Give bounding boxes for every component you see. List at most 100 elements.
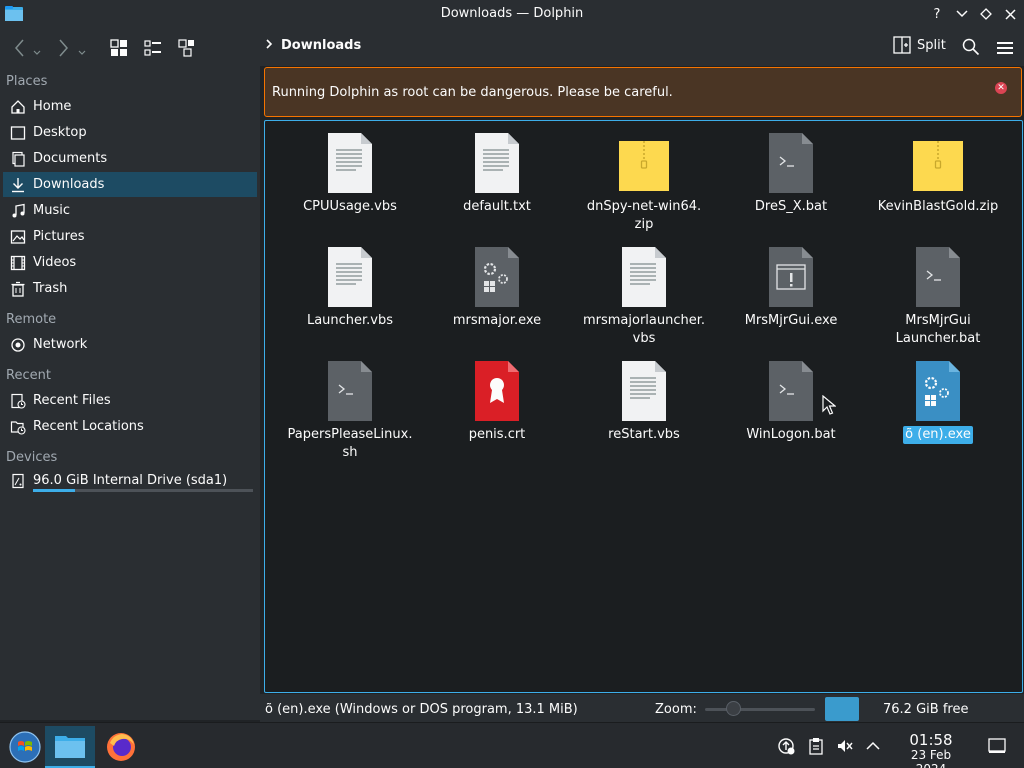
sidebar-item-label: Network [33, 337, 88, 352]
title-bar: Downloads — Dolphin ? [0, 0, 1024, 28]
sidebar-item-label: Videos [33, 255, 77, 270]
file-name: MrsMjrGui Launcher.bat [895, 313, 981, 346]
sidebar-item-label: Trash [33, 281, 68, 296]
breadcrumb[interactable]: Downloads [265, 38, 361, 53]
file-item-en-exe[interactable]: õ (en).exe [863, 361, 1013, 444]
minimize-icon[interactable] [953, 5, 971, 23]
file-name: mrsmajor.exe [452, 313, 542, 328]
file-item-winlogon-bat[interactable]: WinLogon.bat [716, 361, 866, 444]
sidebar-item-trash[interactable]: Trash [3, 276, 257, 301]
file-name: PapersPleaseLinux. sh [287, 427, 413, 460]
places-section-label: Places [6, 74, 48, 89]
sidebar-item-home[interactable]: Home [3, 94, 257, 119]
downloads-icon [9, 176, 27, 194]
sidebar-item-recent-files[interactable]: Recent Files [3, 388, 257, 413]
drive-icon [9, 472, 27, 490]
file-item-restart-vbs[interactable]: reStart.vbs [569, 361, 719, 444]
file-name: DreS_X.bat [754, 199, 828, 214]
pictures-icon [9, 228, 27, 246]
close-banner-icon[interactable]: ✕ [995, 82, 1007, 94]
help-icon[interactable]: ? [928, 5, 946, 23]
show-hidden-tray-icon[interactable] [864, 737, 882, 755]
forward-button[interactable] [52, 37, 90, 59]
file-item-launcher-vbs[interactable]: Launcher.vbs [275, 247, 425, 330]
hamburger-menu-icon[interactable] [995, 38, 1015, 58]
firefox-icon [107, 733, 135, 761]
devices-section-label: Devices [6, 450, 58, 465]
clock-time: 01:58 [909, 731, 953, 749]
status-text: õ (en).exe (Windows or DOS program, 13.1… [265, 702, 578, 717]
windows-logo-icon [9, 731, 41, 763]
file-name: WinLogon.bat [746, 427, 836, 442]
recent-files-icon [9, 392, 27, 410]
file-name: Launcher.vbs [306, 313, 394, 328]
clock-date: 23 Feb 2024 [910, 748, 952, 768]
sidebar-item-label: Recent Locations [33, 419, 144, 434]
file-item-mrsmjrgui-launcher-bat[interactable]: MrsMjrGui Launcher.bat [863, 247, 1013, 348]
file-item-mrsmajorlauncher-vbs[interactable]: mrsmajorlauncher. vbs [569, 247, 719, 348]
file-text-icon [325, 133, 375, 193]
sidebar-item-recent-locations[interactable]: Recent Locations [3, 414, 257, 439]
show-desktop-icon[interactable] [988, 737, 1006, 755]
sidebar-item-label: Home [33, 99, 72, 114]
sidebar-item-pictures[interactable]: Pictures [3, 224, 257, 249]
taskbar-dolphin-button[interactable] [45, 726, 95, 768]
maximize-icon[interactable] [977, 5, 995, 23]
application-launcher-button[interactable] [0, 726, 50, 768]
back-button[interactable] [8, 37, 44, 59]
chevron-right-icon [265, 39, 273, 52]
file-cert-icon [472, 361, 522, 421]
split-button[interactable]: Split [893, 36, 946, 54]
search-icon[interactable] [961, 37, 981, 57]
sidebar-item-network[interactable]: Network [3, 332, 257, 357]
window-title: Downloads — Dolphin [440, 6, 584, 21]
close-window-icon[interactable] [1001, 5, 1019, 23]
sidebar-item-label: Recent Files [33, 393, 111, 408]
zoom-label: Zoom: [655, 702, 697, 717]
file-name: CPUUsage.vbs [303, 199, 397, 214]
sidebar-item-documents[interactable]: Documents [3, 146, 257, 171]
taskbar-firefox-button[interactable] [96, 726, 146, 768]
trash-icon [9, 280, 27, 298]
file-text-icon [472, 133, 522, 193]
file-item-default-txt[interactable]: default.txt [422, 133, 572, 216]
details-view-icon[interactable] [177, 38, 197, 58]
file-zip-icon [619, 133, 669, 193]
places-panel: Places Home Desktop Documents Downloads … [0, 66, 260, 720]
file-item-cpuusage-vbs[interactable]: CPUUsage.vbs [275, 133, 425, 216]
digital-clock[interactable]: 01:58 23 Feb 2024 [895, 732, 967, 768]
file-item-mrsmajor-exe[interactable]: mrsmajor.exe [422, 247, 572, 330]
file-item-penis-crt[interactable]: penis.crt [422, 361, 572, 444]
file-item-mrsmjrgui-exe[interactable]: MrsMjrGui.exe [716, 247, 866, 330]
volume-muted-icon[interactable] [836, 737, 854, 755]
file-item-dnspy-net-win64-zip[interactable]: dnSpy-net-win64. zip [569, 133, 719, 234]
recent-locations-icon [9, 418, 27, 436]
free-space-indicator [825, 697, 859, 721]
updates-icon[interactable] [777, 737, 795, 755]
sidebar-item-label: Pictures [33, 229, 85, 244]
file-view[interactable]: CPUUsage.vbs default.txt dnSpy-net-win64. … [264, 120, 1023, 693]
compact-view-icon[interactable] [143, 38, 163, 58]
clipboard-icon[interactable] [807, 737, 825, 755]
sidebar-item-label: Downloads [33, 177, 105, 192]
sidebar-item-music[interactable]: Music [3, 198, 257, 223]
breadcrumb-current[interactable]: Downloads [281, 38, 361, 53]
zoom-slider-handle[interactable] [726, 701, 741, 716]
sidebar-item-downloads[interactable]: Downloads [3, 172, 257, 197]
warning-message: Running Dolphin as root can be dangerous… [272, 84, 673, 100]
network-icon [9, 336, 27, 354]
file-name: default.txt [463, 199, 531, 214]
file-name: MrsMjrGui.exe [744, 313, 838, 328]
zoom-slider-track[interactable] [705, 708, 815, 711]
taskbar: 01:58 23 Feb 2024 [0, 722, 1024, 768]
icons-view-icon[interactable] [109, 38, 129, 58]
drive-usage-bar [33, 489, 253, 492]
file-item-dres-x-bat[interactable]: DreS_X.bat [716, 133, 866, 216]
sidebar-item-desktop[interactable]: Desktop [3, 120, 257, 145]
file-item-kevinblastgold-zip[interactable]: KevinBlastGold.zip [863, 133, 1013, 216]
desktop-icon [9, 124, 27, 142]
file-item-paperspleaselinux-sh[interactable]: PapersPleaseLinux. sh [275, 361, 425, 462]
sidebar-item-label: Desktop [33, 125, 87, 140]
mouse-cursor-icon [822, 395, 836, 415]
sidebar-item-videos[interactable]: Videos [3, 250, 257, 275]
